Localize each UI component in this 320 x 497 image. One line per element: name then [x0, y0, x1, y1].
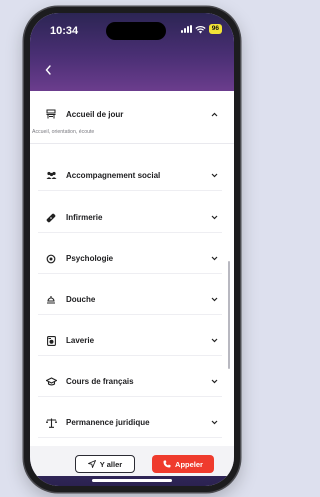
service-label: Psychologie [66, 254, 114, 263]
service-label: Accompagnement social [66, 171, 161, 180]
chevron-down-icon[interactable] [208, 173, 220, 178]
brain-icon [44, 254, 58, 264]
scrollbar[interactable] [228, 261, 230, 369]
divider [30, 143, 234, 144]
chevron-down-icon[interactable] [208, 379, 220, 384]
service-item-cours-de-francais[interactable]: Cours de français [38, 367, 222, 397]
service-item-douche[interactable]: Douche [38, 285, 222, 315]
screen: 10:34 96 Accueil de jour Accueil, orient… [30, 13, 234, 486]
desk-icon [44, 109, 58, 119]
phone-frame: 10:34 96 Accueil de jour Accueil, orient… [24, 7, 240, 492]
people-icon [44, 171, 58, 180]
chevron-left-icon [45, 65, 51, 75]
service-item-laverie[interactable]: Laverie [38, 326, 222, 356]
chevron-down-icon[interactable] [208, 420, 220, 425]
navigation-arrow-icon [87, 460, 96, 468]
dynamic-island [106, 22, 166, 40]
status-time: 10:34 [50, 25, 79, 37]
signal-icon [180, 25, 192, 33]
go-there-button[interactable]: Y aller [75, 455, 135, 473]
washing-machine-icon [44, 335, 58, 346]
service-label: Accueil de jour [66, 109, 124, 119]
service-item-infirmerie[interactable]: Infirmerie [38, 203, 222, 233]
service-item-accompagnement-social[interactable]: Accompagnement social [38, 161, 222, 191]
service-item-permanence-juridique[interactable]: Permanence juridique [38, 408, 222, 438]
service-label: Douche [66, 295, 96, 304]
service-label: Laverie [66, 336, 95, 345]
status-icons: 96 [180, 24, 222, 34]
graduation-cap-icon [44, 377, 58, 386]
back-button[interactable] [45, 65, 52, 77]
service-item-psychologie[interactable]: Psychologie [38, 244, 222, 274]
chevron-down-icon[interactable] [208, 338, 220, 343]
chevron-down-icon[interactable] [208, 256, 220, 261]
go-there-label: Y aller [99, 459, 123, 469]
call-label: Appeler [175, 459, 203, 469]
chevron-up-icon[interactable] [208, 112, 220, 117]
scales-icon [44, 418, 58, 428]
battery-badge: 96 [208, 24, 222, 34]
services-list: Accueil de jour Accueil, orientation, éc… [30, 91, 234, 446]
app-header: 10:34 96 [30, 13, 234, 91]
shower-icon [44, 295, 58, 305]
service-item-accueil-de-jour[interactable]: Accueil de jour [38, 99, 222, 129]
chevron-down-icon[interactable] [208, 297, 220, 302]
service-label: Infirmerie [66, 213, 103, 222]
service-label: Permanence juridique [66, 418, 150, 427]
service-label: Cours de français [66, 377, 134, 386]
home-indicator[interactable] [92, 479, 172, 482]
chevron-down-icon[interactable] [208, 215, 220, 220]
wifi-icon [195, 25, 206, 34]
service-description: Accueil, orientation, écoute [32, 129, 95, 135]
phone-icon [163, 460, 171, 468]
call-button[interactable]: Appeler [152, 455, 214, 473]
bandage-icon [44, 213, 58, 223]
